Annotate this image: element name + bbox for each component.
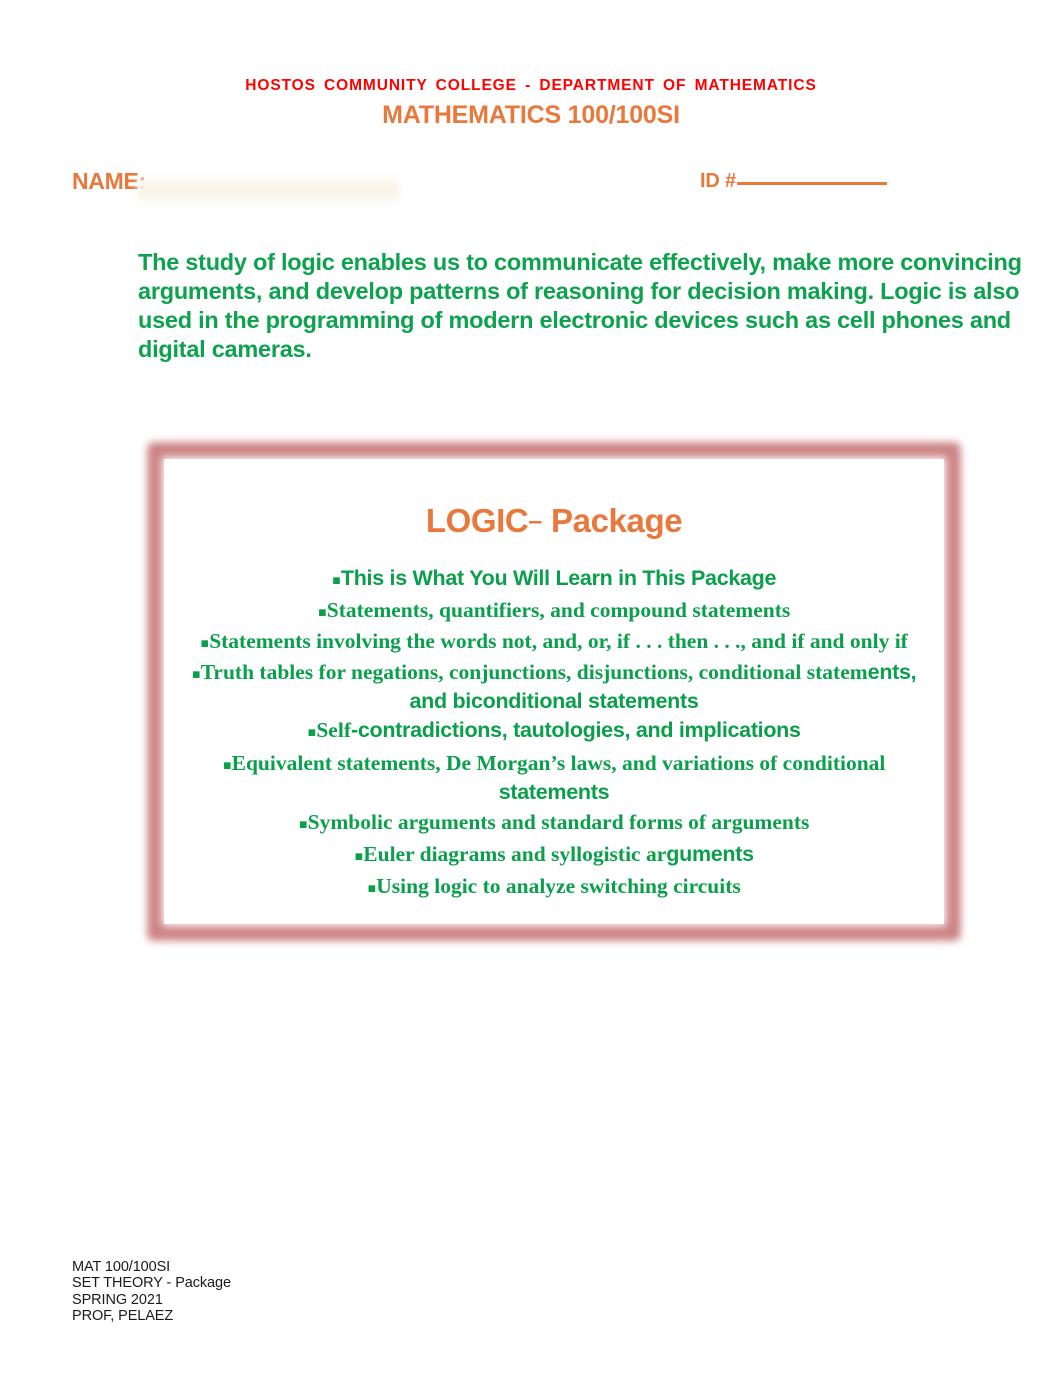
list-item-text-cont: statements <box>498 780 610 804</box>
course-title: MATHEMATICS 100/100SI <box>382 101 680 129</box>
list-item: ▪Self-contradictions, tautologies, and i… <box>164 717 944 746</box>
name-redaction-blur <box>137 174 399 208</box>
square-bullet-icon: ▪ <box>367 881 377 896</box>
logic-package-box: LOGIC– Package ▪This is What You Will Le… <box>148 443 960 940</box>
student-info-row: NAME: ID # <box>0 168 1062 214</box>
list-item-text: Statements involving the words not, and,… <box>209 629 908 653</box>
footer-package: SET THEORY - Package <box>72 1275 231 1292</box>
list-item: ▪Statements, quantifiers, and compound s… <box>164 597 944 626</box>
list-item-text: Using logic to analyze switching circuit… <box>376 874 741 898</box>
list-item-text: Truth tables for negations, conjunctions… <box>200 660 868 684</box>
list-item-text-alt: ents, <box>867 660 917 684</box>
logic-box-title: LOGIC– Package <box>164 501 944 541</box>
footer-course: MAT 100/100SI <box>72 1259 171 1275</box>
square-bullet-icon: ▪ <box>298 817 308 832</box>
list-item-text: This is What You Will Learn in This Pack… <box>340 566 777 590</box>
id-label-text: ID # <box>700 170 736 192</box>
id-field[interactable]: ID # <box>700 170 887 193</box>
name-label: NAME: <box>72 168 146 194</box>
list-item: ▪Euler diagrams and syllogistic argument… <box>164 841 944 870</box>
list-item: ▪Truth tables for negations, conjunction… <box>164 659 944 714</box>
square-bullet-icon: ▪ <box>222 758 232 773</box>
list-item: ▪Symbolic arguments and standard forms o… <box>164 809 944 838</box>
square-bullet-icon: ▪ <box>200 636 210 651</box>
footer-professor: PROF, PELAEZ <box>72 1307 174 1324</box>
logic-box-content: LOGIC– Package ▪This is What You Will Le… <box>164 459 944 924</box>
list-item: ▪Using logic to analyze switching circui… <box>164 873 944 902</box>
square-bullet-icon: ▪ <box>307 725 317 740</box>
square-bullet-icon: ▪ <box>331 573 341 588</box>
list-item-text: Self <box>316 718 351 742</box>
intro-paragraph: The study of logic enables us to communi… <box>138 249 1022 362</box>
list-item-text-alt: guments <box>666 842 754 866</box>
list-item-text: Equivalent statements, De Morgan’s laws,… <box>231 751 886 775</box>
id-underline <box>736 182 887 185</box>
square-bullet-icon: ▪ <box>191 667 201 682</box>
document-footer: MAT 100/100SI SET THEORY - Package SPRIN… <box>72 1259 231 1324</box>
square-bullet-icon: ▪ <box>354 849 364 864</box>
footer-term: SPRING 2021 <box>72 1291 163 1308</box>
list-item: ▪This is What You Will Learn in This Pac… <box>164 565 944 594</box>
logic-title-rest: Package <box>551 502 683 539</box>
list-item-text: Euler diagrams and syllogistic ar <box>363 842 667 866</box>
list-item-text-alt: -contradictions, tautologies, and implic… <box>350 718 801 742</box>
list-item-text-cont: and biconditional statements <box>409 689 699 713</box>
square-bullet-icon: ▪ <box>317 605 327 620</box>
list-item: ▪Equivalent statements, De Morgan’s laws… <box>164 750 944 805</box>
list-item: ▪Statements involving the words not, and… <box>164 628 944 657</box>
logic-title-dash: – <box>528 507 543 535</box>
document-header: HOSTOS COMMUNITY COLLEGE - DEPARTMENT OF… <box>0 76 1062 131</box>
list-item-text: Symbolic arguments and standard forms of… <box>307 810 810 834</box>
institution-title: HOSTOS COMMUNITY COLLEGE - DEPARTMENT OF… <box>245 77 817 94</box>
learning-objectives-list: ▪This is What You Will Learn in This Pac… <box>164 565 944 902</box>
list-item-text: Statements, quantifiers, and compound st… <box>326 598 791 622</box>
logic-title-main: LOGIC <box>425 502 529 539</box>
